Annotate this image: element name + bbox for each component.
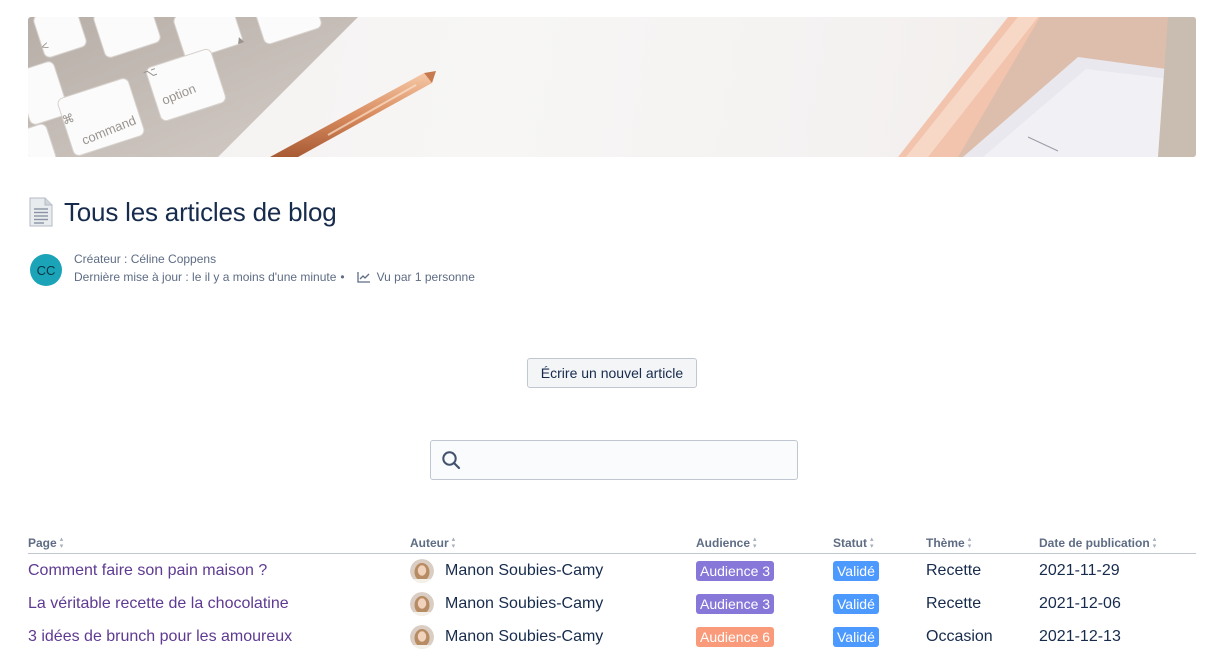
audience-badge: Audience 3 (696, 560, 775, 581)
author-name[interactable]: Manon Soubies-Camy (445, 595, 603, 613)
column-header-theme[interactable]: Thème ▴ ▾ (926, 536, 1039, 550)
table-row: Comment faire son pain maison ? Manon So… (28, 554, 1196, 587)
publication-date-cell: 2021-12-06 (1039, 594, 1121, 612)
status-badge: Validé (833, 560, 879, 581)
publication-date-cell: 2021-12-13 (1039, 627, 1121, 645)
page-title-row: Tous les articles de blog (28, 194, 337, 230)
document-icon (29, 197, 53, 227)
author-avatar[interactable] (410, 591, 434, 616)
view-count[interactable]: Vu par 1 personne (377, 268, 475, 286)
meta-separator: • (340, 270, 345, 284)
last-updated: Dernière mise à jour : le il y a moins d… (74, 270, 337, 284)
header-banner-image: command option ⌘ ⌥ ▲ < (28, 17, 1196, 157)
status-badge: Validé (833, 593, 879, 614)
table-body: Comment faire son pain maison ? Manon So… (28, 554, 1196, 653)
publication-date-cell: 2021-11-29 (1039, 561, 1120, 579)
author-name[interactable]: Manon Soubies-Camy (445, 562, 603, 580)
articles-table: Page ▴ ▾ Auteur ▴ ▾ Audience ▴ ▾ Statut ▴ ▾ Thèm… (28, 532, 1196, 653)
column-header-author[interactable]: Auteur ▴ ▾ (410, 536, 696, 550)
author-avatar[interactable] (410, 558, 434, 583)
analytics-icon (356, 272, 370, 283)
search-input[interactable] (469, 441, 797, 479)
author-avatar[interactable] (410, 624, 434, 649)
theme-cell: Recette (926, 594, 982, 612)
new-article-button[interactable]: Écrire un nouvel article (527, 358, 697, 388)
theme-cell: Recette (926, 561, 982, 579)
audience-badge: Audience 3 (696, 593, 775, 614)
article-link[interactable]: Comment faire son pain maison ? (28, 562, 267, 579)
column-header-status[interactable]: Statut ▴ ▾ (833, 536, 926, 550)
sort-icon: ▴ ▾ (870, 535, 874, 550)
status-badge: Validé (833, 626, 879, 647)
page-metadata: CC Créateur : Céline Coppens Dernière mi… (30, 250, 475, 286)
column-header-audience[interactable]: Audience ▴ ▾ (696, 536, 833, 550)
theme-cell: Occasion (926, 627, 993, 645)
table-row: 3 idées de brunch pour les amoureux Mano… (28, 620, 1196, 653)
sort-icon: ▴ ▾ (59, 535, 64, 550)
search-box[interactable] (430, 440, 798, 480)
table-header: Page ▴ ▾ Auteur ▴ ▾ Audience ▴ ▾ Statut ▴ ▾ Thèm… (28, 532, 1196, 554)
column-header-publication-date[interactable]: Date de publication ▴ ▾ (1039, 536, 1196, 550)
page-title: Tous les articles de blog (64, 196, 337, 227)
column-header-page[interactable]: Page ▴ ▾ (28, 536, 410, 550)
creator-avatar[interactable]: CC (30, 254, 62, 286)
creator-line: Créateur : Céline Coppens (74, 252, 217, 266)
search-icon (442, 451, 461, 470)
sort-icon: ▴ ▾ (1152, 535, 1157, 550)
article-link[interactable]: 3 idées de brunch pour les amoureux (28, 628, 292, 645)
sort-icon: ▴ ▾ (451, 535, 456, 550)
audience-badge: Audience 6 (696, 626, 775, 647)
article-link[interactable]: La véritable recette de la chocolatine (28, 595, 289, 612)
table-row: La véritable recette de la chocolatine M… (28, 587, 1196, 620)
author-name[interactable]: Manon Soubies-Camy (445, 628, 603, 646)
sort-icon: ▴ ▾ (967, 535, 972, 550)
sort-icon: ▴ ▾ (753, 535, 757, 550)
